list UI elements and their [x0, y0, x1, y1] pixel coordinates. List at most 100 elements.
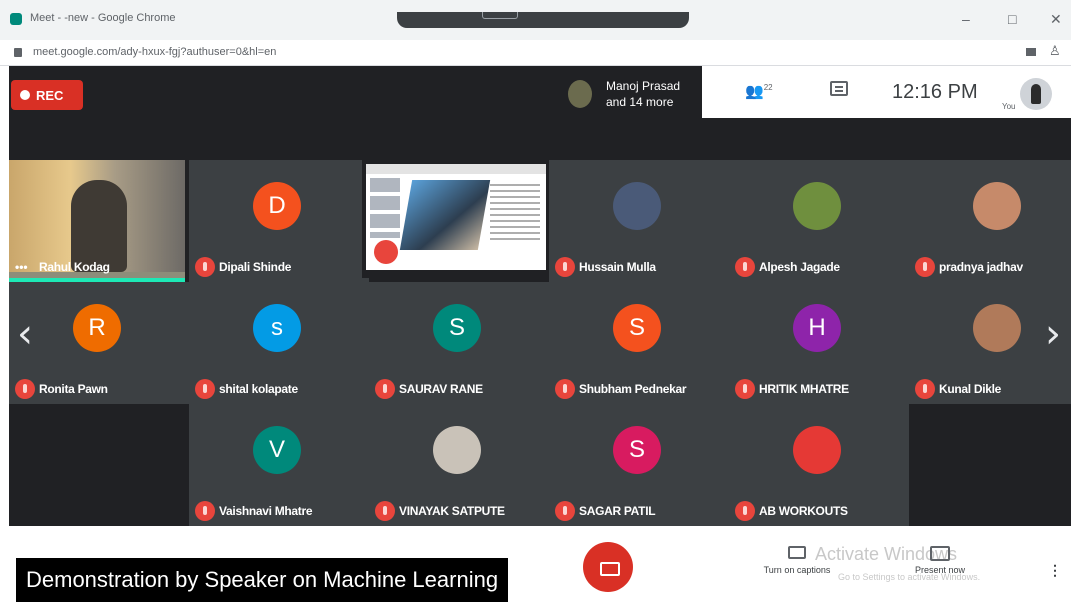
meet-stage: REC Manoj Prasad and 14 more 👥22 12:16 P… [9, 66, 1071, 526]
participant-tile[interactable]: Hussain Mulla [549, 160, 729, 282]
more-options-button[interactable]: ⋮ [1048, 562, 1062, 579]
participant-tile[interactable]: ••• Rahul Kodag [9, 160, 185, 282]
participant-avatar: R [73, 304, 121, 352]
participant-tile[interactable]: s shital kolapate [189, 282, 369, 404]
participant-avatar: H [793, 304, 841, 352]
presenter-info[interactable]: Manoj Prasad and 14 more [562, 70, 702, 118]
participant-name: Alpesh Jagade [759, 260, 840, 274]
present-now-button[interactable]: Present now [905, 546, 975, 575]
participant-photo [973, 182, 1021, 230]
muted-mic-icon [555, 379, 575, 399]
participant-name: HRITIK MHATRE [759, 382, 849, 396]
end-call-button[interactable] [583, 542, 633, 592]
captions-icon [788, 546, 806, 559]
presenter-name: Manoj Prasad [606, 79, 681, 93]
screen-share-notch[interactable] [397, 12, 689, 28]
presenting-mic-icon [374, 240, 398, 264]
participant-tile[interactable]: H HRITIK MHATRE [729, 282, 909, 404]
presenter-avatar [568, 80, 592, 108]
participant-name: Hussain Mulla [579, 260, 656, 274]
participant-name: SAURAV RANE [399, 382, 483, 396]
participant-name: Rahul Kodag [39, 260, 110, 274]
participant-avatar: S [613, 304, 661, 352]
participant-avatar: s [253, 304, 301, 352]
muted-mic-icon [735, 501, 755, 521]
participant-tile[interactable]: S Shubham Pednekar [549, 282, 729, 404]
rec-label: REC [36, 88, 64, 103]
caption-banner: Demonstration by Speaker on Machine Lear… [16, 558, 509, 602]
participant-avatar: V [253, 426, 301, 474]
profile-icon[interactable]: ♙ [1049, 43, 1061, 59]
participant-photo [793, 426, 841, 474]
window-title: Meet - -new - Google Chrome [30, 12, 176, 24]
muted-mic-icon [735, 379, 755, 399]
participant-photo [793, 182, 841, 230]
muted-mic-icon [195, 379, 215, 399]
participant-name: Ronita Pawn [39, 382, 108, 396]
minimize-button[interactable]: – [962, 11, 970, 27]
participant-avatar: S [433, 304, 481, 352]
bottom-controls: Activate Windows Go to Settings to activ… [0, 526, 1071, 610]
participant-avatar: S [613, 426, 661, 474]
participant-name: pradnya jadhav [939, 260, 1023, 274]
slide-text [490, 184, 540, 244]
muted-mic-icon [735, 257, 755, 277]
participant-name: shital kolapate [219, 382, 298, 396]
meeting-clock: 12:16 PM [892, 81, 978, 103]
presentation-tile[interactable] [362, 160, 550, 278]
maximize-button[interactable]: □ [1008, 11, 1016, 27]
participant-figure [71, 180, 127, 272]
muted-mic-icon [195, 501, 215, 521]
close-button[interactable]: ✕ [1050, 11, 1062, 28]
url-text[interactable]: meet.google.com/ady-hxux-fgj?authuser=0&… [33, 46, 276, 58]
self-view-avatar[interactable] [1020, 78, 1052, 110]
participant-photo [613, 182, 661, 230]
captions-button[interactable]: Turn on captions [742, 546, 852, 575]
self-label: You [1002, 102, 1016, 111]
chat-icon[interactable] [830, 81, 848, 96]
participant-tile[interactable]: D Dipali Shinde [189, 160, 369, 282]
participant-name: VINAYAK SATPUTE [399, 504, 505, 518]
participant-name: Dipali Shinde [219, 260, 292, 274]
participant-name: SAGAR PATIL [579, 504, 656, 518]
muted-mic-icon [375, 501, 395, 521]
people-count: 22 [763, 83, 773, 92]
present-icon [930, 546, 950, 561]
participant-tile[interactable]: V Vaishnavi Mhatre [189, 404, 369, 526]
meet-favicon-icon [10, 13, 22, 25]
participant-name: Vaishnavi Mhatre [219, 504, 313, 518]
presenter-more: and 14 more [606, 95, 674, 109]
participant-name: AB WORKOUTS [759, 504, 848, 518]
more-options-icon[interactable]: ••• [15, 260, 28, 274]
recording-badge: REC [11, 80, 83, 110]
participant-tile[interactable]: AB WORKOUTS [729, 404, 909, 526]
present-label: Present now [914, 565, 966, 575]
participant-photo [433, 426, 481, 474]
top-toolbar: 👥22 12:16 PM You [702, 66, 1071, 118]
record-dot-icon [20, 90, 30, 100]
muted-mic-icon [555, 501, 575, 521]
participant-photo [973, 304, 1021, 352]
lock-icon [14, 48, 22, 57]
participant-tile[interactable]: Alpesh Jagade [729, 160, 909, 282]
address-bar[interactable]: meet.google.com/ady-hxux-fgj?authuser=0&… [0, 40, 1071, 66]
participant-tile[interactable]: S SAGAR PATIL [549, 404, 729, 526]
muted-mic-icon [915, 379, 935, 399]
participant-name: Shubham Pednekar [579, 382, 687, 396]
muted-mic-icon [915, 257, 935, 277]
previous-page-button[interactable]: ‹ [17, 314, 33, 354]
people-button[interactable]: 👥22 [745, 82, 773, 100]
muted-mic-icon [555, 257, 575, 277]
participant-tile[interactable]: pradnya jadhav [909, 160, 1071, 282]
participant-tile[interactable]: VINAYAK SATPUTE [369, 404, 549, 526]
muted-mic-icon [195, 257, 215, 277]
camera-permission-icon[interactable] [1026, 48, 1036, 56]
slide-toolbar [366, 164, 546, 174]
captions-label: Turn on captions [763, 565, 831, 575]
participant-tile[interactable]: R Ronita Pawn [9, 282, 189, 404]
notch-handle-icon[interactable] [482, 12, 518, 19]
participant-tile[interactable]: S SAURAV RANE [369, 282, 549, 404]
slide-image [399, 180, 491, 250]
next-page-button[interactable]: › [1045, 314, 1061, 354]
participant-name: Kunal Dikle [939, 382, 1002, 396]
